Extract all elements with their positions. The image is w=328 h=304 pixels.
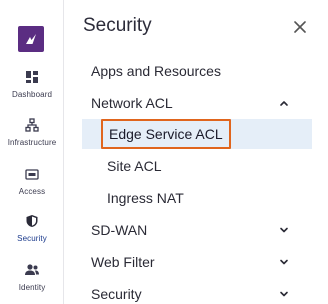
chevron-down-icon — [280, 227, 288, 233]
menu-item-label: Ingress NAT — [107, 190, 184, 206]
menu-item-edge-service-acl[interactable]: Edge Service ACL — [82, 119, 312, 149]
menu-item-apps-and-resources[interactable]: Apps and Resources — [82, 56, 312, 86]
close-button[interactable] — [290, 17, 310, 37]
menu-item-label: Security — [91, 286, 142, 302]
nav-identity[interactable]: Identity — [0, 262, 64, 304]
menu-item-security[interactable]: Security — [82, 279, 312, 304]
nav-label: Security — [17, 234, 47, 243]
menu-item-label: Web Filter — [91, 254, 155, 270]
menu-item-ingress-nat[interactable]: Ingress NAT — [82, 183, 312, 213]
menu-item-label: Edge Service ACL — [109, 126, 223, 142]
identity-icon — [24, 262, 40, 278]
app-window: Dashboard Infrastructure Access Security… — [0, 0, 328, 304]
menu-item-label: SD-WAN — [91, 222, 148, 238]
nav-label: Infrastructure — [7, 138, 57, 147]
menu-item-sd-wan[interactable]: SD-WAN — [82, 215, 312, 245]
access-icon — [24, 166, 40, 182]
dashboard-icon — [24, 69, 40, 85]
menu-item-network-acl[interactable]: Network ACL — [82, 88, 312, 118]
nav-dashboard[interactable]: Dashboard — [0, 69, 64, 115]
nav-access[interactable]: Access — [0, 166, 64, 212]
nav-label: Dashboard — [11, 90, 53, 99]
menu-item-site-acl[interactable]: Site ACL — [82, 151, 312, 181]
chevron-down-icon — [280, 291, 288, 297]
nav-security[interactable]: Security — [0, 213, 64, 259]
app-logo[interactable] — [18, 26, 44, 52]
close-icon — [294, 21, 306, 33]
selection-highlight: Edge Service ACL — [101, 119, 231, 149]
left-nav-rail: Dashboard Infrastructure Access Security… — [0, 0, 64, 304]
infrastructure-icon — [24, 117, 40, 133]
logo-icon — [26, 34, 36, 44]
menu-item-web-filter[interactable]: Web Filter — [82, 247, 312, 277]
chevron-up-icon — [280, 101, 288, 106]
nav-label: Identity — [18, 283, 46, 292]
menu-item-label: Network ACL — [91, 95, 173, 111]
panel-title: Security — [83, 15, 152, 36]
menu-item-label: Apps and Resources — [91, 63, 221, 79]
nav-label: Access — [18, 187, 46, 196]
nav-infrastructure[interactable]: Infrastructure — [0, 117, 64, 163]
menu-item-label: Site ACL — [107, 158, 162, 174]
shield-icon — [24, 213, 40, 229]
chevron-down-icon — [280, 259, 288, 265]
